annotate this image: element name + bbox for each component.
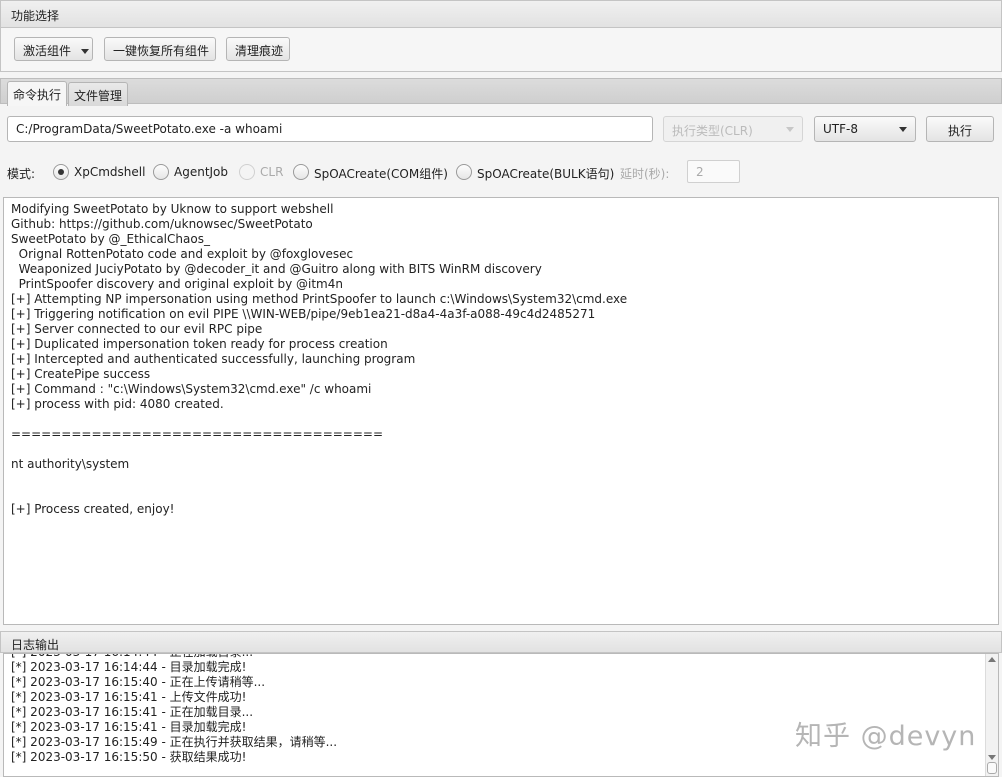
output-line: nt authority\system	[11, 457, 130, 471]
output-line: [+] Attempting NP impersonation using me…	[11, 292, 628, 306]
clean-traces-button[interactable]: 清理痕迹	[226, 37, 290, 61]
log-line: [*] 2023-03-17 16:15:40 - 正在上传请稍等...	[11, 675, 266, 689]
output-line: Modifying SweetPotato by Uknow to suppor…	[11, 202, 334, 216]
radio-clr	[239, 164, 255, 180]
delay-input: 2	[687, 160, 740, 183]
scroll-up-icon[interactable]	[988, 657, 996, 662]
exec-type-select: 执行类型(CLR)	[663, 116, 803, 142]
radio-agentjob-label[interactable]: AgentJob	[174, 165, 228, 179]
radio-clr-label: CLR	[260, 165, 284, 179]
output-line: Weaponized JuciyPotato by @decoder_it an…	[11, 262, 542, 276]
chevron-down-icon	[81, 49, 90, 54]
output-line: [+] CreatePipe success	[11, 367, 151, 381]
output-line: [+] Triggering notification on evil PIPE…	[11, 307, 596, 321]
scroll-down-icon[interactable]	[988, 755, 996, 760]
log-line: [*] 2023-03-17 16:14:44 - 正在加载目录...	[11, 654, 991, 660]
watermark: 知乎 @devyn	[795, 721, 977, 752]
log-panel-title: 日志输出	[0, 631, 1002, 653]
radio-spoacreate-bulk[interactable]	[456, 164, 472, 180]
output-line: =====================================	[11, 427, 384, 441]
output-line: [+] Duplicated impersonation token ready…	[11, 337, 388, 351]
delay-label: 延时(秒):	[620, 167, 670, 181]
log-line: [*] 2023-03-17 16:15:41 - 上传文件成功!	[11, 690, 247, 704]
restore-all-components-button[interactable]: 一键恢复所有组件	[104, 37, 216, 61]
log-scrollbar[interactable]	[985, 654, 998, 776]
scroll-thumb[interactable]	[987, 762, 997, 774]
tab-file-management[interactable]: 文件管理	[68, 82, 129, 106]
radio-spoacreate-bulk-label[interactable]: SpOACreate(BULK语句)	[477, 165, 614, 182]
activate-component-dropdown[interactable]: 激活组件	[14, 37, 93, 61]
exec-type-label: 执行类型(CLR)	[672, 124, 753, 138]
encoding-value: UTF-8	[823, 122, 858, 136]
chevron-down-icon	[786, 127, 794, 132]
radio-xpcmdshell[interactable]	[53, 164, 69, 180]
tab-bar: 命令执行 文件管理	[0, 78, 1002, 106]
function-panel-title: 功能选择	[0, 0, 1002, 28]
radio-spoacreate-com-label[interactable]: SpOACreate(COM组件)	[314, 165, 448, 182]
radio-xpcmdshell-label[interactable]: XpCmdshell	[74, 165, 145, 179]
output-line: SweetPotato by @_EthicalChaos_	[11, 232, 210, 246]
chevron-down-icon	[899, 127, 907, 132]
activate-component-label: 激活组件	[23, 44, 72, 58]
encoding-select[interactable]: UTF-8	[814, 116, 916, 142]
output-line: [+] Process created, enjoy!	[11, 502, 175, 516]
log-line: [*] 2023-03-17 16:14:44 - 目录加载完成!	[11, 660, 247, 674]
command-output[interactable]: Modifying SweetPotato by Uknow to suppor…	[3, 197, 999, 625]
output-line: PrintSpoofer discovery and original expl…	[11, 277, 343, 291]
tab-command-execution[interactable]: 命令执行	[7, 81, 68, 106]
output-line: [+] Intercepted and authenticated succes…	[11, 352, 416, 366]
mode-row: 模式: XpCmdshell AgentJob CLR SpOACreate(C…	[0, 160, 1002, 184]
command-input[interactable]: C:/ProgramData/SweetPotato.exe -a whoami	[7, 116, 653, 142]
function-panel: 激活组件 一键恢复所有组件 清理痕迹	[0, 28, 1002, 72]
output-line: Orignal RottenPotato code and exploit by…	[11, 247, 354, 261]
mode-label: 模式:	[7, 167, 36, 181]
execute-button[interactable]: 执行	[926, 116, 994, 142]
output-line: [+] process with pid: 4080 created.	[11, 397, 224, 411]
output-line: [+] Server connected to our evil RPC pip…	[11, 322, 263, 336]
output-line: Github: https://github.com/uknowsec/Swee…	[11, 217, 313, 231]
output-line: [+] Command : "c:\Windows\System32\cmd.e…	[11, 382, 372, 396]
radio-spoacreate-com[interactable]	[293, 164, 309, 180]
radio-agentjob[interactable]	[153, 164, 169, 180]
